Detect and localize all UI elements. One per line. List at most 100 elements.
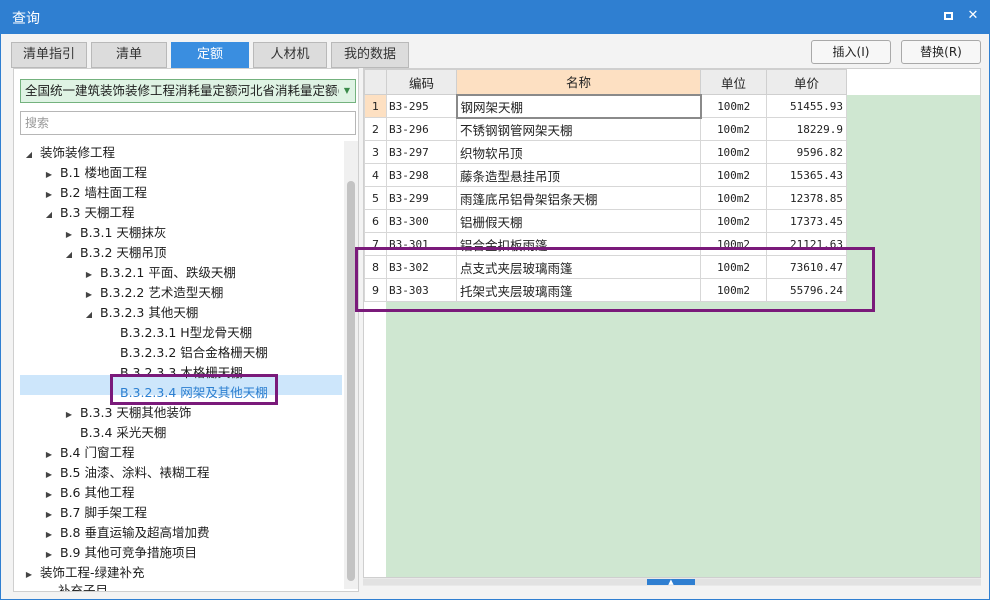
expand-icon[interactable]: ▶	[42, 545, 56, 565]
collapse-icon[interactable]: ◢	[22, 145, 36, 165]
restore-icon[interactable]	[940, 7, 958, 25]
tree-node[interactable]: B.3.2.3.1 H型龙骨天棚	[102, 323, 252, 343]
collapse-icon[interactable]: ◢	[62, 245, 76, 265]
expand-icon[interactable]: ▶	[42, 505, 56, 525]
cell-price[interactable]: 15365.43	[766, 163, 847, 187]
row-number: 5	[364, 186, 387, 210]
col-unit-header[interactable]: 单位	[700, 69, 767, 95]
library-select[interactable]: 全国统一建筑装饰装修工程消耗量定额河北省消耗量定额(20 ▼	[20, 79, 356, 103]
cell-code[interactable]: B3-297	[386, 140, 457, 164]
library-select-value: 全国统一建筑装饰装修工程消耗量定额河北省消耗量定额(20	[25, 83, 356, 98]
expand-icon[interactable]: ▶	[42, 465, 56, 485]
tree-node[interactable]: ▶ 装饰工程-绿建补充	[22, 563, 145, 583]
table-row[interactable]: 5 B3-299 雨篷底吊铝骨架铝条天棚 100m2 12378.85	[364, 186, 847, 210]
table-row[interactable]: 4 B3-298 藤条造型悬挂吊顶 100m2 15365.43	[364, 163, 847, 187]
expand-icon[interactable]: ▶	[42, 445, 56, 465]
tree-node[interactable]: ▶ B.1 楼地面工程	[42, 163, 147, 183]
cell-name[interactable]: 织物软吊顶	[456, 140, 701, 164]
tree-node[interactable]: ▶ B.3.2.2 艺术造型天棚	[82, 283, 223, 303]
tree-node-label: B.6 其他工程	[60, 485, 135, 500]
tree-node[interactable]: ▶ B.8 垂直运输及超高增加费	[42, 523, 210, 545]
cell-code[interactable]: B3-299	[386, 186, 457, 210]
search-input[interactable]: 搜索	[20, 111, 356, 135]
row-number: 6	[364, 209, 387, 233]
collapse-icon[interactable]: ◢	[42, 205, 56, 225]
expand-icon[interactable]: ▶	[42, 185, 56, 205]
cell-unit[interactable]: 100m2	[700, 209, 767, 233]
table-row[interactable]: 2 B3-296 不锈钢钢管网架天棚 100m2 18229.9	[364, 117, 847, 141]
col-price-header[interactable]: 单价	[766, 69, 847, 95]
expand-icon[interactable]: ▶	[42, 165, 56, 185]
tree-node[interactable]: B.3.4 采光天棚	[62, 423, 166, 443]
col-name-header[interactable]: 名称	[456, 69, 701, 95]
insert-button[interactable]: 插入(I)	[811, 40, 891, 64]
expand-icon[interactable]: ▶	[82, 265, 96, 285]
tree-node[interactable]: ▶ B.3.2.1 平面、跌级天棚	[82, 263, 236, 283]
table-header-row: 编码 名称 单位 单价	[364, 69, 847, 95]
close-icon[interactable]: ✕	[964, 7, 982, 25]
tree-node[interactable]: ▶ B.9 其他可竞争措施项目	[42, 543, 197, 563]
cell-unit[interactable]: 100m2	[700, 163, 767, 187]
tree-node[interactable]: ▶ B.3.1 天棚抹灰	[62, 223, 166, 243]
row-number: 2	[364, 117, 387, 141]
replace-button[interactable]: 替换(R)	[901, 40, 981, 64]
cell-code[interactable]: B3-300	[386, 209, 457, 233]
cell-code[interactable]: B3-296	[386, 117, 457, 141]
collapse-icon[interactable]: ◢	[82, 305, 96, 325]
cell-name[interactable]: 钢网架天棚	[455, 93, 702, 119]
tree-node-label: B.3.2.3 其他天棚	[100, 305, 199, 320]
cell-name[interactable]: 藤条造型悬挂吊顶	[456, 163, 701, 187]
cell-name[interactable]: 不锈钢钢管网架天棚	[456, 117, 701, 141]
tree-scrollbar-thumb[interactable]	[347, 181, 355, 581]
cell-unit[interactable]: 100m2	[700, 186, 767, 210]
row-number: 4	[364, 163, 387, 187]
expand-icon[interactable]: ▶	[42, 525, 56, 545]
tree-node[interactable]: ▶ B.3.3 天棚其他装饰	[62, 403, 191, 423]
cell-price[interactable]: 12378.85	[766, 186, 847, 210]
tree-node[interactable]: ▶ B.5 油漆、涂料、裱糊工程	[42, 463, 210, 485]
cell-unit[interactable]: 100m2	[700, 117, 767, 141]
tree-node[interactable]: ◢ B.3.2 天棚吊顶	[62, 243, 166, 263]
expand-icon[interactable]: ▶	[62, 405, 76, 425]
tree-node[interactable]: ◢ B.3 天棚工程	[42, 203, 135, 225]
tab-quota[interactable]: 定额	[171, 42, 249, 68]
cell-code[interactable]: B3-295	[386, 94, 457, 118]
cell-name[interactable]: 铝栅假天棚	[456, 209, 701, 233]
cell-unit[interactable]: 100m2	[700, 140, 767, 164]
tree-scrollbar[interactable]	[344, 141, 358, 589]
cell-price[interactable]: 9596.82	[766, 140, 847, 164]
tree-node[interactable]: ◢ 装饰装修工程	[22, 143, 115, 163]
tree-node[interactable]: 补充子目	[40, 581, 108, 591]
tree-node[interactable]: ◢ B.3.2.3 其他天棚	[82, 303, 198, 323]
table-row[interactable]: 3 B3-297 织物软吊顶 100m2 9596.82	[364, 140, 847, 164]
tab-labor-material-machine[interactable]: 人材机	[253, 42, 327, 68]
expand-icon[interactable]: ▶	[42, 485, 56, 505]
tree-node[interactable]: ▶ B.7 脚手架工程	[42, 503, 147, 523]
expand-icon[interactable]: ▶	[22, 565, 36, 585]
tab-bill[interactable]: 清单	[91, 42, 167, 68]
tree-node-label: B.3 天棚工程	[60, 205, 135, 220]
tree-node[interactable]: ▶ B.2 墙柱面工程	[42, 183, 147, 203]
cell-code[interactable]: B3-298	[386, 163, 457, 187]
expand-icon[interactable]: ▶	[82, 285, 96, 305]
tree-node[interactable]: B.3.2.3.2 铝合金格栅天棚	[102, 343, 268, 363]
tree-node-label: B.3.2.3.1 H型龙骨天棚	[120, 325, 253, 340]
window-title: 查询	[12, 11, 40, 27]
cell-price[interactable]: 17373.45	[766, 209, 847, 233]
tree-node[interactable]: ▶ B.4 门窗工程	[42, 443, 135, 465]
expand-icon[interactable]: ▶	[62, 225, 76, 245]
tab-bill-guide[interactable]: 清单指引	[11, 42, 87, 68]
tab-my-data[interactable]: 我的数据	[331, 42, 409, 68]
tree-node[interactable]: ▶ B.6 其他工程	[42, 483, 135, 505]
cell-price[interactable]: 18229.9	[766, 117, 847, 141]
cell-name[interactable]: 雨篷底吊铝骨架铝条天棚	[456, 186, 701, 210]
table-row[interactable]: 6 B3-300 铝栅假天棚 100m2 17373.45	[364, 209, 847, 233]
dropdown-arrow-icon[interactable]: ▼	[339, 80, 355, 102]
col-code-header[interactable]: 编码	[386, 69, 457, 95]
cell-unit[interactable]: 100m2	[700, 94, 767, 118]
tree-node-label: B.2 墙柱面工程	[60, 185, 147, 200]
table-row[interactable]: 1 B3-295 钢网架天棚 100m2 51455.93	[364, 93, 847, 119]
cell-price[interactable]: 51455.93	[766, 94, 847, 118]
tree-node-label: B.4 门窗工程	[60, 445, 135, 460]
splitter-collapse-icon[interactable]: ▲	[647, 579, 695, 586]
